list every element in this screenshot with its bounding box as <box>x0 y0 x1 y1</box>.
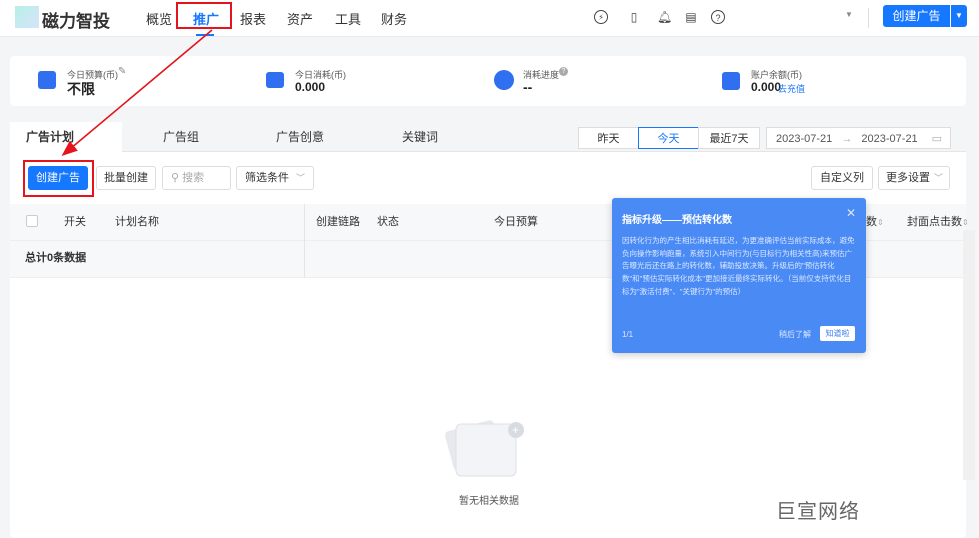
divider <box>304 204 305 278</box>
col-today-budget: 今日预算 <box>494 216 538 228</box>
col-label: 数 <box>866 216 877 228</box>
svg-text:+: + <box>512 423 519 437</box>
arrow-icon: → <box>841 133 853 145</box>
col-label: 封面点击数 <box>907 216 962 228</box>
got-it-button[interactable]: 知道啦 <box>820 326 855 341</box>
nav-reports[interactable]: 报表 <box>240 9 266 28</box>
date-yesterday[interactable]: 昨天 <box>578 127 639 149</box>
col-switch: 开关 <box>64 216 86 228</box>
col-cover-clicks[interactable]: 封面点击数⇕ <box>907 213 969 229</box>
help-icon[interactable]: ? <box>711 10 725 24</box>
message-icon[interactable]: ▤ <box>684 10 698 24</box>
bell-icon[interactable]: 🔔︎ <box>657 10 672 24</box>
feature-popover: 指标升级——预估转化数 ✕ 因转化行为的产生相比消耗有延迟，为更准确评估当前实际… <box>612 198 866 353</box>
col-creation-path: 创建链路 <box>316 216 360 228</box>
tab-ad-group[interactable]: 广告组 <box>122 122 240 152</box>
calendar-icon: ▭ <box>931 133 942 145</box>
stats-card <box>10 56 966 106</box>
popover-title: 指标升级——预估转化数 <box>622 215 732 226</box>
nav-assets[interactable]: 资产 <box>287 9 313 28</box>
select-all-checkbox[interactable] <box>26 215 38 227</box>
sort-icon: ⇕ <box>877 218 884 227</box>
empty-folder-icon: + <box>444 420 524 477</box>
logo-icon <box>15 6 39 28</box>
popover-arrow <box>729 193 739 203</box>
search-input[interactable]: ⚲ 搜索 <box>162 166 231 190</box>
search-placeholder: 搜索 <box>182 172 205 184</box>
popover-body: 因转化行为的产生相比消耗有延迟，为更准确评估当前实际成本，避免负向操作影响跑量，… <box>622 236 855 296</box>
chevron-down-icon: ﹀ <box>933 173 943 183</box>
chevron-down-icon: ﹀ <box>295 173 305 183</box>
edit-icon[interactable]: ✎ <box>118 66 126 77</box>
spend-icon <box>266 72 284 88</box>
divider <box>868 8 869 28</box>
col-conversions[interactable]: 数⇕ <box>866 213 884 229</box>
nav-finance[interactable]: 财务 <box>381 9 407 28</box>
wallet-icon <box>722 72 740 90</box>
date-start: 2023-07-21 <box>776 133 833 145</box>
close-icon[interactable]: ✕ <box>846 206 856 220</box>
highlight-box-create <box>23 160 94 197</box>
date-today[interactable]: 今天 <box>638 127 699 149</box>
filter-label: 筛选条件 <box>245 172 289 184</box>
tab-keywords[interactable]: 关键词 <box>360 122 480 152</box>
recharge-link[interactable]: 去充值 <box>778 82 805 95</box>
date-last7[interactable]: 最近7天 <box>698 127 760 149</box>
phone-icon[interactable]: ▯ <box>627 10 641 24</box>
empty-state-text: 暂无相关数据 <box>459 496 519 507</box>
account-dropdown-icon[interactable]: ▼ <box>845 10 853 19</box>
lightning-icon[interactable]: ⚡ <box>594 10 608 24</box>
popover-page: 1/1 <box>622 330 634 339</box>
budget-value: 不限 <box>67 81 95 97</box>
tab-campaign[interactable]: 广告计划 <box>10 122 122 153</box>
search-icon: ⚲ <box>171 172 180 184</box>
balance-value: 0.000 <box>751 80 782 94</box>
custom-columns-button[interactable]: 自定义列 <box>811 166 873 190</box>
sort-icon: ⇕ <box>962 218 969 227</box>
batch-create-button[interactable]: 批量创建 <box>96 166 156 190</box>
scrollbar[interactable] <box>963 230 975 480</box>
more-settings-dropdown[interactable]: 更多设置 ﹀ <box>878 166 950 190</box>
highlight-box-nav <box>176 2 232 29</box>
header-create-ad-button[interactable]: 创建广告 <box>883 5 950 27</box>
col-status: 状态 <box>377 216 399 228</box>
tab-creative[interactable]: 广告创意 <box>240 122 360 152</box>
nav-overview[interactable]: 概览 <box>146 9 172 28</box>
app-logo[interactable]: 磁力智投 <box>42 7 110 32</box>
spend-value: 0.000 <box>295 80 326 94</box>
progress-icon <box>494 70 514 90</box>
nav-active-indicator <box>196 34 214 36</box>
nav-tools[interactable]: 工具 <box>335 9 361 28</box>
watermark: 巨宣网络 <box>776 501 860 523</box>
progress-value: -- <box>523 79 533 95</box>
filter-dropdown[interactable]: 筛选条件 ﹀ <box>236 166 314 190</box>
date-end: 2023-07-21 <box>861 133 918 145</box>
later-button[interactable]: 稍后了解 <box>779 329 811 340</box>
budget-icon <box>38 71 56 89</box>
col-plan-name: 计划名称 <box>115 216 159 228</box>
date-range-picker[interactable]: 2023-07-21 → 2023-07-21 ▭ <box>766 127 951 149</box>
create-ad-dropdown-icon[interactable]: ▼ <box>951 5 967 27</box>
total-count: 总计0条数据 <box>25 252 87 264</box>
more-settings-label: 更多设置 <box>886 172 930 184</box>
info-icon[interactable]: ? <box>559 67 568 76</box>
